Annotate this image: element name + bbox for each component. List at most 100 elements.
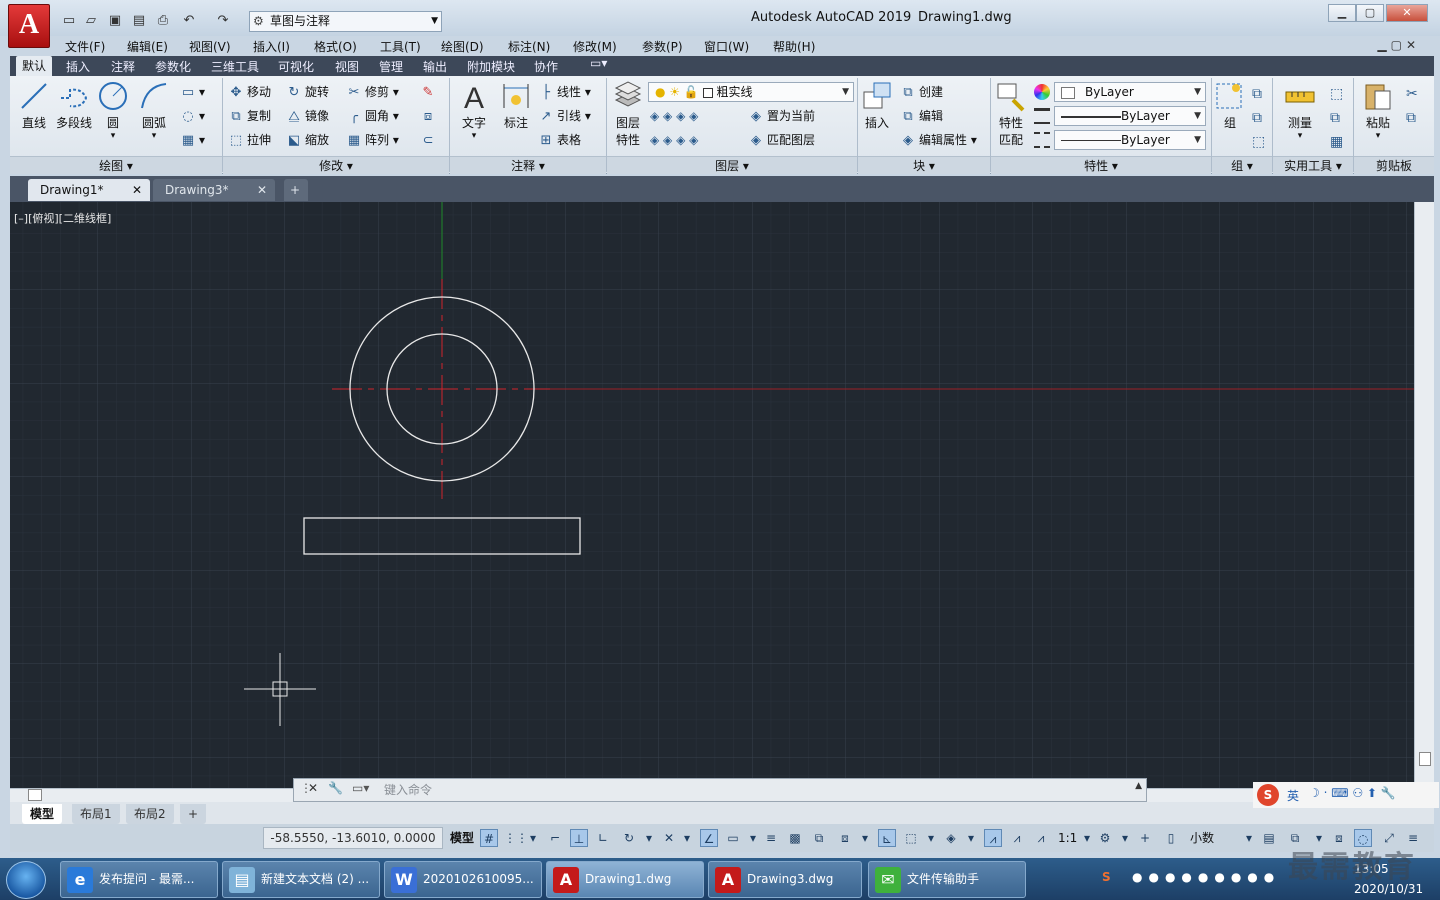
taskbar-item-drawing3[interactable]: A Drawing3.dwg [708, 861, 862, 898]
undo-icon[interactable]: ↶ [180, 12, 198, 30]
lineweight-toggle-icon[interactable]: ≡ [762, 829, 780, 847]
application-menu-button[interactable]: A [8, 4, 50, 48]
copy-button[interactable]: ⧉ 复制 [228, 106, 271, 126]
close-icon[interactable]: ✕ [257, 179, 267, 201]
chevron-down-icon[interactable]: ▾ [1240, 829, 1258, 847]
tab-layout2[interactable]: 布局2 [126, 804, 174, 824]
layer-properties-button[interactable]: 图层 特性 [610, 80, 646, 148]
layer-tools-row1[interactable]: ◈ ◈ ◈ ◈ [650, 106, 698, 126]
save-as-icon[interactable]: ▤ [130, 12, 148, 30]
tray-icons[interactable]: ●●●●●●●●● [1132, 870, 1280, 884]
command-line[interactable]: ⋮ ✕ 🔧 ▭▾ 键入命令 ▲ [293, 778, 1147, 802]
selection-cycling-icon[interactable]: ⧉ [810, 829, 828, 847]
taskbar-item-notepad[interactable]: ▤ 新建文本文档 (2) ... [222, 861, 380, 898]
tab-view[interactable]: 视图 [335, 58, 359, 75]
drawing-area[interactable] [10, 202, 1414, 788]
layer-dropdown[interactable]: ● ☀ 🔓 粗实线 ▼ [648, 82, 854, 102]
3d-osnap-icon[interactable]: ◈ [942, 829, 960, 847]
edit-block-button[interactable]: ⧉ 编辑 [900, 106, 943, 126]
chevron-up-icon[interactable]: ▲ [1135, 781, 1142, 791]
annotation-visibility-icon[interactable]: ⩘ [984, 829, 1002, 847]
layer-tools-row2[interactable]: ◈ ◈ ◈ ◈ [650, 130, 698, 150]
new-file-icon[interactable]: ▭ [60, 12, 78, 30]
auto-scale-icon[interactable]: ⩘ [1008, 829, 1026, 847]
tab-3d-tools[interactable]: 三维工具 [211, 58, 259, 75]
taskbar-item-document[interactable]: W 2020102610095... [384, 861, 542, 898]
menu-parameters[interactable]: 参数(P) [642, 38, 683, 55]
wrench-icon[interactable]: 🔧 [328, 781, 343, 795]
maximize-button[interactable]: ▢ [1356, 4, 1384, 22]
tab-output[interactable]: 输出 [423, 58, 447, 75]
print-icon[interactable]: ⎙ [154, 12, 172, 30]
annotation-scale-icon[interactable]: ⩘ [1032, 829, 1050, 847]
properties-panel-title[interactable]: 特性 ▾ [991, 156, 1211, 174]
layers-panel-title[interactable]: 图层 ▾ [607, 156, 857, 174]
color-dropdown[interactable]: ByLayer ▼ [1054, 82, 1206, 102]
draw-panel-title[interactable]: 绘图 ▾ [10, 156, 222, 174]
command-prompt-icon[interactable]: ▭▾ [352, 781, 369, 795]
region-button[interactable]: ▦ ▾ [180, 130, 205, 150]
object-snap-icon[interactable]: ∠ [700, 829, 718, 847]
chevron-down-icon[interactable]: ▾ [1116, 829, 1134, 847]
tab-manage[interactable]: 管理 [379, 58, 403, 75]
create-block-button[interactable]: ⧉ 创建 [900, 82, 943, 102]
menu-draw[interactable]: 绘图(D) [441, 38, 484, 55]
osnap-mode-icon[interactable]: ▭ [724, 829, 742, 847]
insert-block-button[interactable]: 插入 [860, 80, 894, 131]
taskbar-item-browser[interactable]: e 发布提问 - 最需... [60, 861, 218, 898]
text-button[interactable]: A 文字 ▾ [456, 80, 492, 141]
utilities-panel-title[interactable]: 实用工具 ▾ [1273, 156, 1353, 174]
model-space-toggle[interactable]: 模型 [450, 829, 474, 847]
tab-parametric[interactable]: 参数化 [155, 58, 191, 75]
infer-constraints-icon[interactable]: ⌐ [546, 829, 564, 847]
array-button[interactable]: ▦ 阵列 ▾ [346, 130, 399, 150]
open-file-icon[interactable]: ▱ [82, 12, 100, 30]
edit-attributes-button[interactable]: ◈ 编辑属性 ▾ [900, 130, 977, 150]
measure-button[interactable]: 测量 ▾ [1280, 80, 1320, 141]
minimize-button[interactable]: ▁ [1328, 4, 1356, 22]
tab-addins[interactable]: 附加模块 [467, 58, 515, 75]
scroll-thumb[interactable] [28, 789, 42, 801]
mirror-button[interactable]: ⧋ 镜像 [286, 106, 329, 126]
save-icon[interactable]: ▣ [106, 12, 124, 30]
ortho-icon[interactable]: ⊥ [570, 829, 588, 847]
rectangle-button[interactable]: ▭ ▾ [180, 82, 205, 102]
color-wheel-icon[interactable] [1034, 84, 1050, 100]
ime-toolbar[interactable]: S 英 ☽ ‧ ⌨ ⚇ ⬆ 🔧 [1253, 782, 1439, 808]
chevron-down-icon[interactable]: ▾ [744, 829, 762, 847]
close-button[interactable]: ✕ [1386, 4, 1428, 22]
trim-button[interactable]: ✂ 修剪 ▾ [346, 82, 399, 102]
ime-tools-icons[interactable]: ☽ ‧ ⌨ ⚇ ⬆ 🔧 [1309, 786, 1396, 800]
menu-tools[interactable]: 工具(T) [380, 38, 421, 55]
vertical-scrollbar[interactable] [1414, 202, 1434, 788]
chevron-down-icon[interactable]: ▾ [524, 829, 542, 847]
tab-model[interactable]: 模型 [22, 804, 63, 824]
units-value[interactable]: 小数 [1190, 829, 1214, 847]
tab-layout1[interactable]: 布局1 [72, 804, 120, 824]
viewport-controls[interactable]: [–][俯视][二维线框] [14, 210, 111, 226]
group-tools-icons[interactable]: ⧉ ⧉ ⬚ [1252, 82, 1265, 154]
plus-icon[interactable]: + [1136, 829, 1154, 847]
modify-panel-title[interactable]: 修改 ▾ [223, 156, 449, 174]
gizmo-icon[interactable]: ⬚ [902, 829, 920, 847]
groups-panel-title[interactable]: 组 ▾ [1212, 156, 1272, 174]
line-button[interactable]: 直线 [16, 80, 52, 131]
menu-modify[interactable]: 修改(M) [573, 38, 617, 55]
taskbar-item-drawing1[interactable]: A Drawing1.dwg [546, 861, 704, 898]
table-button[interactable]: ⊞ 表格 [538, 130, 581, 150]
circle-button[interactable]: 圆 ▾ [96, 80, 130, 141]
linear-dim-button[interactable]: ├ 线性 ▾ [538, 82, 591, 102]
drawing-canvas[interactable]: [–][俯视][二维线框] [10, 202, 1414, 788]
menu-dimension[interactable]: 标注(N) [508, 38, 550, 55]
offset-button[interactable]: ⊂ [420, 130, 439, 150]
polyline-button[interactable]: 多段线 [54, 80, 94, 131]
erase-button[interactable]: ✎ [420, 82, 439, 102]
scale-button[interactable]: ⬕ 缩放 [286, 130, 329, 150]
properties-icon[interactable]: ▤ [1260, 829, 1278, 847]
add-layout-button[interactable]: + [180, 804, 207, 824]
close-icon[interactable]: ✕ [132, 179, 142, 201]
object-snap-tracking-icon[interactable]: ✕ [660, 829, 678, 847]
chevron-down-icon[interactable]: ▾ [856, 829, 874, 847]
menu-view[interactable]: 视图(V) [189, 38, 231, 55]
tab-visualize[interactable]: 可视化 [278, 58, 314, 75]
